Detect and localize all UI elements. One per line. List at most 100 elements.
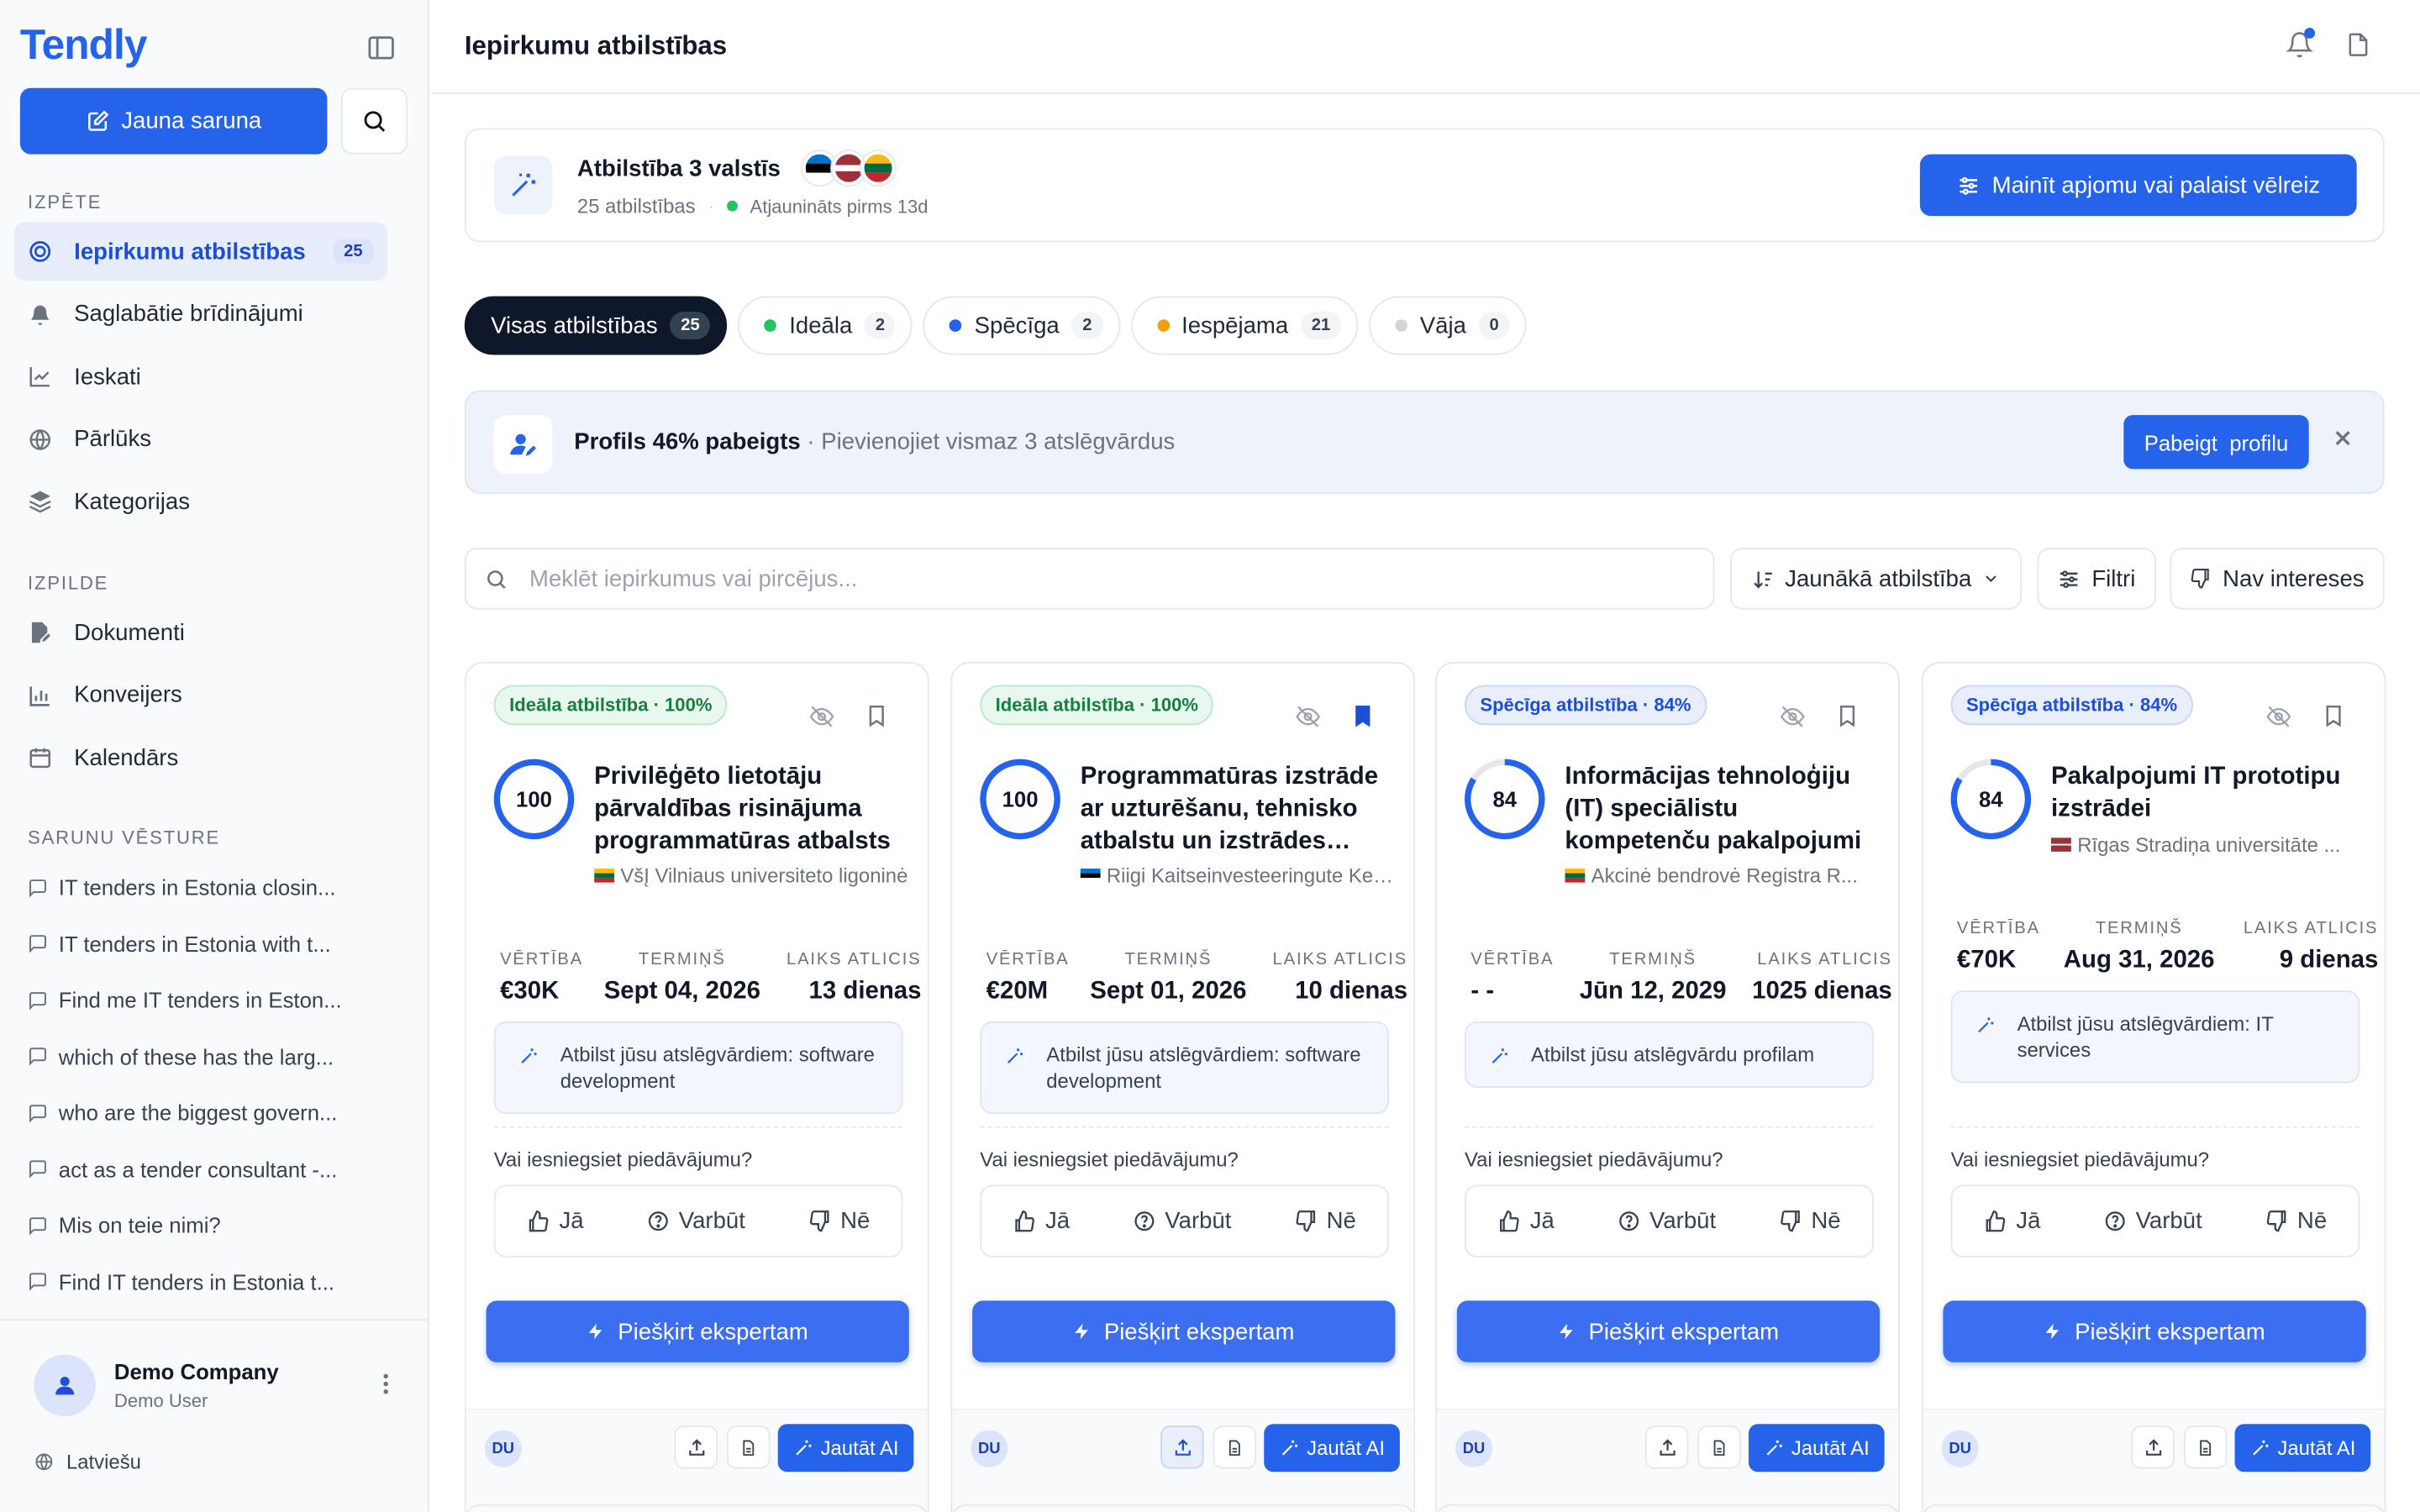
- vote-no-button[interactable]: Nē: [1294, 1208, 1356, 1234]
- filter-chip-2[interactable]: Spēcīga 2: [923, 296, 1120, 355]
- document-icon[interactable]: [1213, 1425, 1257, 1469]
- vote-maybe-button[interactable]: Varbūt: [2103, 1208, 2202, 1234]
- tender-card[interactable]: Ideāla atbilstība · 100% 100 Programmatū…: [950, 661, 1416, 1512]
- more-vertical-icon[interactable]: [383, 1373, 389, 1395]
- vote-yes-button[interactable]: Jā: [1013, 1208, 1070, 1234]
- tender-title[interactable]: Informācijas tehnoloģiju (IT) speciālist…: [1565, 760, 1873, 858]
- search-input[interactable]: [529, 565, 1610, 592]
- ask-ai-button[interactable]: Jautāt AI: [777, 1424, 914, 1473]
- document-icon[interactable]: [727, 1425, 771, 1469]
- tender-title[interactable]: Programmatūras izstrāde ar uzturēšanu, t…: [1081, 760, 1389, 858]
- close-icon[interactable]: [2333, 429, 2352, 448]
- eye-off-icon[interactable]: [808, 704, 834, 730]
- sidebar-item-0[interactable]: Iepirkumu atbilstības 25: [13, 222, 388, 281]
- tender-card[interactable]: Spēcīga atbilstība · 84% 84 Pakalpojumi …: [1921, 661, 2386, 1512]
- section-label-explore: IZPĒTE: [28, 191, 103, 213]
- ask-ai-button[interactable]: Jautāt AI: [2234, 1424, 2371, 1473]
- document-icon[interactable]: [1697, 1425, 1741, 1469]
- vote-maybe-button[interactable]: Varbūt: [1133, 1208, 1231, 1234]
- vote-yes-button[interactable]: Jā: [527, 1208, 584, 1234]
- document-icon[interactable]: [2344, 31, 2372, 59]
- help-circle-icon: [1617, 1210, 1640, 1233]
- filter-chip-4[interactable]: Vāja 0: [1369, 296, 1527, 355]
- history-item[interactable]: Find IT tenders in Estonia t...: [28, 1258, 398, 1305]
- tender-title[interactable]: Privilēģēto lietotāju pārvaldības risinā…: [594, 760, 902, 858]
- sidebar-item-exec-2[interactable]: Kalendārs: [14, 728, 387, 787]
- sidebar-item-3[interactable]: Pārlūks: [14, 410, 387, 469]
- filter-chip-3[interactable]: Iespējama 21: [1130, 296, 1359, 355]
- history-item[interactable]: IT tenders in Estonia with t...: [28, 921, 398, 967]
- vote-no-button[interactable]: Nē: [808, 1208, 870, 1234]
- share-upload-icon[interactable]: [1160, 1425, 1204, 1469]
- tender-card[interactable]: Spēcīga atbilstība · 84% 84 Informācijas…: [1435, 661, 1900, 1512]
- filter-chip-1[interactable]: Ideāla 2: [738, 296, 913, 355]
- vote-maybe-button[interactable]: Varbūt: [1617, 1208, 1716, 1234]
- sidebar-item-1[interactable]: Saglabātie brīdinājumi: [14, 285, 387, 344]
- vote-yes-button[interactable]: Jā: [1984, 1208, 2040, 1234]
- language-label: Latviešu: [66, 1450, 141, 1474]
- ask-ai-button[interactable]: Jautāt AI: [1748, 1424, 1885, 1473]
- assign-expert-button[interactable]: Piešķirt ekspertam: [1456, 1300, 1881, 1362]
- match-count: 25 atbilstības: [576, 194, 696, 218]
- help-circle-icon: [1133, 1210, 1156, 1233]
- eye-off-icon[interactable]: [2265, 704, 2291, 730]
- assign-expert-button[interactable]: Piešķirt ekspertam: [486, 1300, 909, 1362]
- tender-card[interactable]: Ideāla atbilstība · 100% 100 Privilēģēto…: [464, 661, 929, 1512]
- avatar[interactable]: DU: [1941, 1430, 1979, 1467]
- avatar[interactable]: DU: [484, 1430, 522, 1467]
- layers-icon: [28, 489, 52, 513]
- complete-profile-button[interactable]: Pabeigt profilu: [2123, 415, 2309, 470]
- history-item[interactable]: act as a tender consultant -...: [28, 1146, 398, 1192]
- vote-maybe-button[interactable]: Varbūt: [646, 1208, 745, 1234]
- eye-off-icon[interactable]: [1780, 704, 1806, 730]
- ask-ai-button[interactable]: Jautāt AI: [1264, 1424, 1400, 1473]
- match-text: Atbilst jūsu atslēgvārdiem: software dev…: [1046, 1042, 1361, 1093]
- vote-no-button[interactable]: Nē: [1779, 1208, 1841, 1234]
- avatar[interactable]: DU: [1455, 1430, 1493, 1467]
- share-upload-icon[interactable]: [2131, 1425, 2175, 1469]
- vote-no-button[interactable]: Nē: [2265, 1208, 2327, 1234]
- sidebar-item-exec-1[interactable]: Konveijers: [14, 666, 387, 725]
- lithuania-flag-icon: [594, 869, 615, 883]
- history-item[interactable]: which of these has the larg...: [28, 1033, 398, 1079]
- assign-expert-button[interactable]: Piešķirt ekspertam: [972, 1300, 1396, 1362]
- sidebar-item-exec-0[interactable]: Dokumenti: [14, 603, 387, 662]
- assign-expert-button[interactable]: Piešķirt ekspertam: [1943, 1300, 2366, 1362]
- sort-dropdown[interactable]: Jaunākā atbilstība: [1729, 548, 2023, 610]
- language-selector[interactable]: Latviešu: [34, 1450, 141, 1473]
- bookmark-icon[interactable]: [1350, 702, 1375, 730]
- not-interested-button[interactable]: Nav intereses: [2170, 548, 2385, 610]
- avatar[interactable]: DU: [971, 1430, 1008, 1467]
- bookmark-icon[interactable]: [2321, 702, 2345, 730]
- history-item[interactable]: Find me IT tenders in Eston...: [28, 977, 398, 1023]
- eye-off-icon[interactable]: [1295, 704, 1321, 730]
- latvia-flag-icon: [2050, 837, 2071, 852]
- chip-label: Spēcīga: [974, 312, 1060, 339]
- user-panel[interactable]: Demo Company Demo User: [0, 1319, 429, 1427]
- thumbs-up-icon: [1013, 1210, 1036, 1233]
- vote-yes-label: Jā: [559, 1208, 584, 1235]
- logo[interactable]: Tendly: [20, 22, 148, 70]
- tender-title[interactable]: Pakalpojumi IT prototipu izstrādei: [2051, 760, 2360, 825]
- value-label: VĒRTĪBA: [986, 950, 1070, 969]
- sidebar-item-4[interactable]: Kategorijas: [14, 472, 387, 531]
- vote-yes-button[interactable]: Jā: [1497, 1208, 1555, 1234]
- sidebar-item-2[interactable]: Ieskati: [14, 347, 387, 406]
- history-item[interactable]: IT tenders in Estonia closin...: [28, 864, 398, 911]
- history-item[interactable]: who are the biggest govern...: [28, 1089, 398, 1136]
- divider: [980, 1126, 1390, 1128]
- document-icon[interactable]: [2183, 1425, 2228, 1469]
- bookmark-icon[interactable]: [865, 702, 889, 730]
- filter-chip-0[interactable]: Visas atbilstības 25: [464, 296, 728, 355]
- share-upload-icon[interactable]: [1644, 1425, 1689, 1469]
- history-item[interactable]: Mis on teie nimi?: [28, 1202, 398, 1248]
- share-upload-icon[interactable]: [674, 1425, 718, 1469]
- bookmark-icon[interactable]: [1835, 702, 1860, 730]
- chip-count: 2: [865, 312, 896, 340]
- search-button[interactable]: [340, 87, 408, 155]
- vote-maybe-label: Varbūt: [1649, 1208, 1717, 1235]
- filters-button[interactable]: Filtri: [2037, 548, 2156, 610]
- new-chat-button[interactable]: Jauna saruna: [19, 87, 328, 155]
- rerun-button[interactable]: Mainīt apjomu vai palaist vēlreiz: [1919, 154, 2357, 217]
- sidebar-toggle-icon[interactable]: [366, 33, 397, 64]
